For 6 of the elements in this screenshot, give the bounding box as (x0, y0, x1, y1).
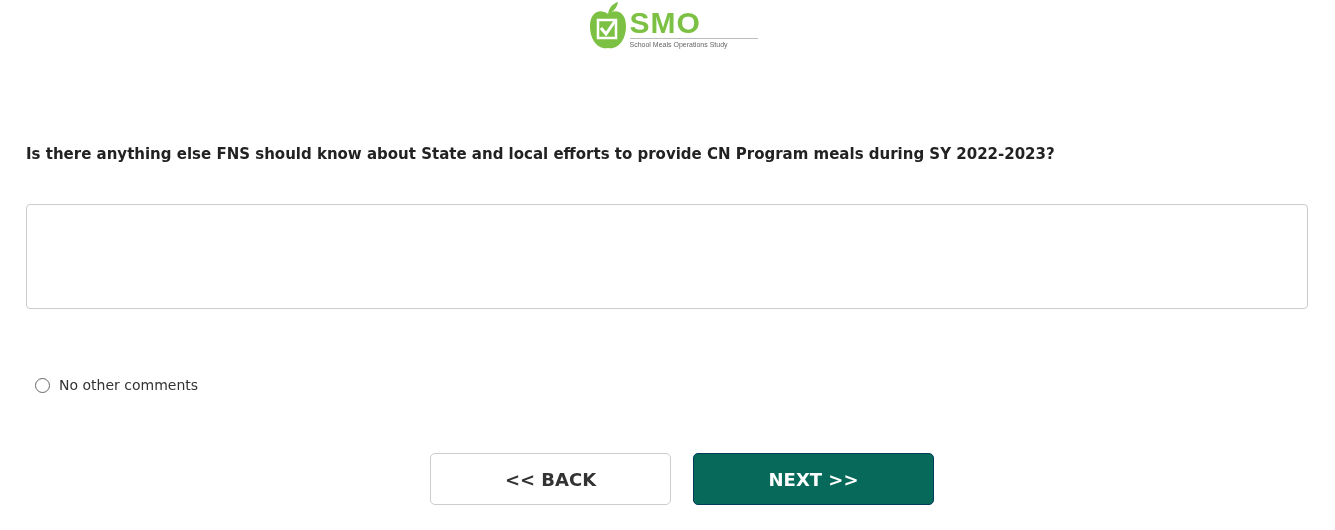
logo-title: SMO (629, 8, 702, 38)
option-label: No other comments (59, 377, 199, 393)
back-button[interactable]: << BACK (430, 453, 671, 505)
next-button[interactable]: NEXT >> (693, 453, 934, 505)
question-text: Is there anything else FNS should know about State and local efforts to provide CN Program meals during SY 2022-2023? (26, 144, 1056, 164)
comment-field[interactable] (26, 204, 1308, 309)
